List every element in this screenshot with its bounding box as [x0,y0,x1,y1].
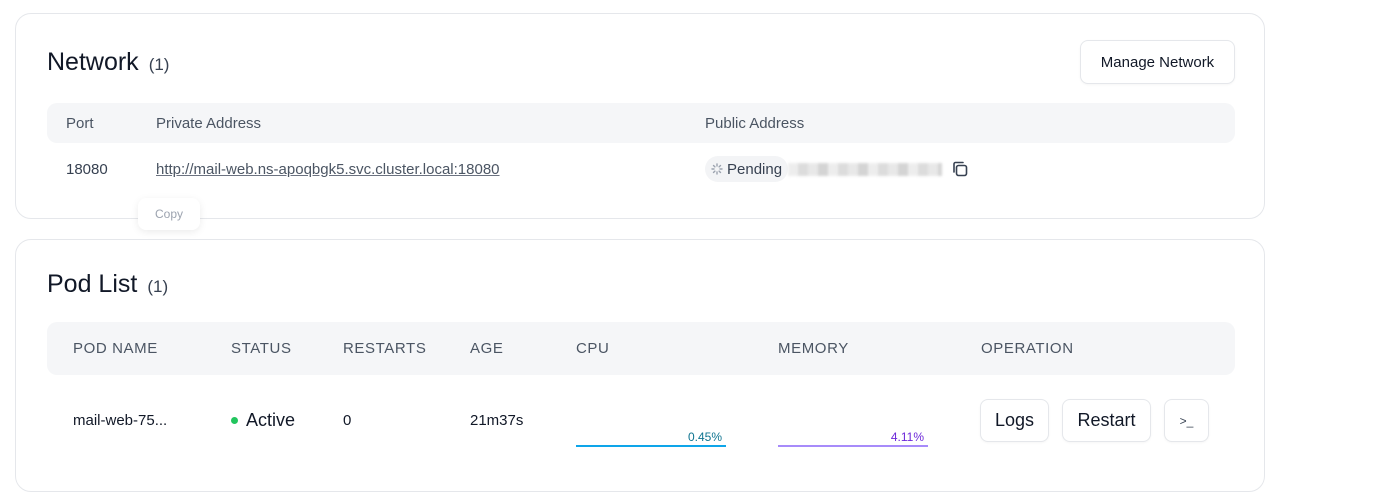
memory-usage-chart: 4.11% [778,411,928,447]
pod-table-header: POD NAME STATUS RESTARTS AGE CPU MEMORY … [47,322,1235,375]
column-cpu: CPU [576,340,610,357]
pod-list-card: Pod List (1) POD NAME STATUS RESTARTS AG… [15,239,1265,492]
column-restarts: RESTARTS [343,340,427,357]
pod-name: mail-web-75... [73,411,168,429]
cpu-usage-value: 0.45% [687,430,722,444]
column-port: Port [66,114,94,132]
network-card: Network (1) Manage Network Port Private … [15,13,1265,230]
terminal-button[interactable]: >_ [1164,399,1209,442]
redacted-public-address [788,163,942,176]
column-pod-name: POD NAME [73,340,158,357]
manage-network-button[interactable]: Manage Network [1080,40,1235,84]
private-address-text[interactable]: http://mail-web.ns-apoqbgk5.svc.cluster.… [156,161,500,178]
pod-list-count: (1) [147,277,169,296]
network-title-group: Network (1) [47,48,169,77]
logs-button[interactable]: Logs [980,399,1049,442]
pod-list-title-group: Pod List (1) [47,270,168,299]
cpu-usage-chart: 0.45% [576,411,726,447]
pod-age: 21m37s [470,411,524,429]
pod-list-title: Pod List [47,270,138,298]
copy-tooltip: Copy [138,198,200,230]
port-value: 18080 [66,160,108,178]
terminal-icon: >_ [1179,413,1194,428]
network-title: Network [47,48,139,76]
column-memory: MEMORY [778,340,849,357]
restart-button[interactable]: Restart [1062,399,1151,442]
pod-status: Active [231,409,295,431]
cpu-usage-line [576,445,726,447]
public-address-status-badge: Pending [705,156,789,182]
loading-spinner-icon [711,163,723,175]
pod-status-label: Active [246,409,296,430]
memory-usage-value: 4.11% [890,430,924,444]
copy-icon[interactable] [950,159,970,179]
column-public-address: Public Address [705,114,805,132]
column-age: AGE [470,340,504,357]
network-count: (1) [148,55,170,74]
column-status: STATUS [231,340,292,357]
pending-label: Pending [727,160,783,178]
status-active-dot [231,416,238,424]
column-private-address: Private Address [156,114,262,132]
column-operation: OPERATION [981,340,1074,357]
pod-restarts: 0 [343,411,352,429]
network-table-header: Port Private Address Public Address [47,103,1235,143]
memory-usage-line [778,445,928,447]
private-address-link[interactable]: http://mail-web.ns-apoqbgk5.svc.cluster.… [156,159,500,179]
